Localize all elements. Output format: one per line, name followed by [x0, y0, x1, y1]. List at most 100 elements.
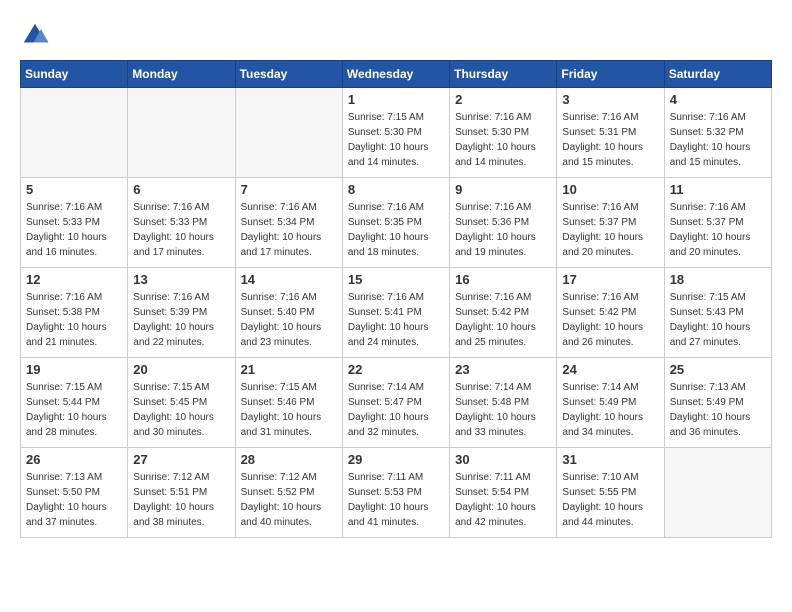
calendar-cell: 22Sunrise: 7:14 AM Sunset: 5:47 PM Dayli… [342, 358, 449, 448]
day-number: 6 [133, 182, 229, 197]
day-info: Sunrise: 7:15 AM Sunset: 5:43 PM Dayligh… [670, 290, 766, 350]
day-number: 1 [348, 92, 444, 107]
logo-icon [20, 20, 50, 50]
calendar-cell: 25Sunrise: 7:13 AM Sunset: 5:49 PM Dayli… [664, 358, 771, 448]
day-number: 14 [241, 272, 337, 287]
day-info: Sunrise: 7:16 AM Sunset: 5:37 PM Dayligh… [562, 200, 658, 260]
day-number: 31 [562, 452, 658, 467]
page-header [20, 20, 772, 50]
day-number: 20 [133, 362, 229, 377]
day-info: Sunrise: 7:15 AM Sunset: 5:45 PM Dayligh… [133, 380, 229, 440]
calendar-cell [664, 448, 771, 538]
weekday-header: Tuesday [235, 61, 342, 88]
calendar-cell: 29 Sunrise: 7:11 AM Sunset: 5:53 PM Dayli… [342, 448, 449, 538]
calendar-cell: 2 Sunrise: 7:16 AM Sunset: 5:30 PM Daylig… [450, 88, 557, 178]
day-number: 8 [348, 182, 444, 197]
day-number: 10 [562, 182, 658, 197]
day-info: Sunrise: 7:16 AM Sunset: 5:38 PM Dayligh… [26, 290, 122, 350]
day-number: 4 [670, 92, 766, 107]
day-number: 18 [670, 272, 766, 287]
calendar-week-row: 19Sunrise: 7:15 AM Sunset: 5:44 PM Dayli… [21, 358, 772, 448]
calendar-cell: 13 Sunrise: 7:16 AM Sunset: 5:39 PM Dayli… [128, 268, 235, 358]
weekday-header-row: SundayMondayTuesdayWednesdayThursdayFrid… [21, 61, 772, 88]
calendar-cell: 8 Sunrise: 7:16 AM Sunset: 5:35 PM Daylig… [342, 178, 449, 268]
calendar-cell: 23 Sunrise: 7:14 AM Sunset: 5:48 PM Dayli… [450, 358, 557, 448]
day-info: Sunrise: 7:16 AM Sunset: 5:32 PM Dayligh… [670, 110, 766, 170]
calendar-cell: 6 Sunrise: 7:16 AM Sunset: 5:33 PM Daylig… [128, 178, 235, 268]
weekday-header: Saturday [664, 61, 771, 88]
day-number: 24 [562, 362, 658, 377]
calendar-cell: 10 Sunrise: 7:16 AM Sunset: 5:37 PM Dayli… [557, 178, 664, 268]
calendar-table: SundayMondayTuesdayWednesdayThursdayFrid… [20, 60, 772, 538]
day-info: Sunrise: 7:16 AM Sunset: 5:42 PM Dayligh… [455, 290, 551, 350]
day-info: Sunrise: 7:16 AM Sunset: 5:42 PM Dayligh… [562, 290, 658, 350]
day-number: 12 [26, 272, 122, 287]
day-info: Sunrise: 7:16 AM Sunset: 5:30 PM Dayligh… [455, 110, 551, 170]
day-number: 22 [348, 362, 444, 377]
day-info: Sunrise: 7:16 AM Sunset: 5:34 PM Dayligh… [241, 200, 337, 260]
calendar-cell: 30 Sunrise: 7:11 AM Sunset: 5:54 PM Dayli… [450, 448, 557, 538]
day-number: 23 [455, 362, 551, 377]
calendar-cell: 14 Sunrise: 7:16 AM Sunset: 5:40 PM Dayli… [235, 268, 342, 358]
day-info: Sunrise: 7:16 AM Sunset: 5:35 PM Dayligh… [348, 200, 444, 260]
calendar-week-row: 12 Sunrise: 7:16 AM Sunset: 5:38 PM Dayli… [21, 268, 772, 358]
calendar-cell [235, 88, 342, 178]
calendar-cell: 4 Sunrise: 7:16 AM Sunset: 5:32 PM Daylig… [664, 88, 771, 178]
calendar-week-row: 1Sunrise: 7:15 AM Sunset: 5:30 PM Daylig… [21, 88, 772, 178]
day-info: Sunrise: 7:16 AM Sunset: 5:40 PM Dayligh… [241, 290, 337, 350]
day-info: Sunrise: 7:16 AM Sunset: 5:33 PM Dayligh… [133, 200, 229, 260]
calendar-cell: 24 Sunrise: 7:14 AM Sunset: 5:49 PM Dayli… [557, 358, 664, 448]
calendar-cell: 12 Sunrise: 7:16 AM Sunset: 5:38 PM Dayli… [21, 268, 128, 358]
day-info: Sunrise: 7:16 AM Sunset: 5:33 PM Dayligh… [26, 200, 122, 260]
day-number: 3 [562, 92, 658, 107]
calendar-cell: 17 Sunrise: 7:16 AM Sunset: 5:42 PM Dayli… [557, 268, 664, 358]
day-info: Sunrise: 7:10 AM Sunset: 5:55 PM Dayligh… [562, 470, 658, 530]
day-number: 17 [562, 272, 658, 287]
calendar-cell: 7 Sunrise: 7:16 AM Sunset: 5:34 PM Daylig… [235, 178, 342, 268]
day-info: Sunrise: 7:16 AM Sunset: 5:39 PM Dayligh… [133, 290, 229, 350]
day-info: Sunrise: 7:11 AM Sunset: 5:54 PM Dayligh… [455, 470, 551, 530]
day-info: Sunrise: 7:11 AM Sunset: 5:53 PM Dayligh… [348, 470, 444, 530]
day-number: 2 [455, 92, 551, 107]
day-number: 13 [133, 272, 229, 287]
day-number: 30 [455, 452, 551, 467]
calendar-cell: 15Sunrise: 7:16 AM Sunset: 5:41 PM Dayli… [342, 268, 449, 358]
calendar-cell: 26 Sunrise: 7:13 AM Sunset: 5:50 PM Dayli… [21, 448, 128, 538]
calendar-cell: 16 Sunrise: 7:16 AM Sunset: 5:42 PM Dayli… [450, 268, 557, 358]
day-number: 21 [241, 362, 337, 377]
day-info: Sunrise: 7:13 AM Sunset: 5:50 PM Dayligh… [26, 470, 122, 530]
day-number: 29 [348, 452, 444, 467]
calendar-cell: 27Sunrise: 7:12 AM Sunset: 5:51 PM Dayli… [128, 448, 235, 538]
calendar-cell [21, 88, 128, 178]
day-number: 7 [241, 182, 337, 197]
calendar-cell: 28Sunrise: 7:12 AM Sunset: 5:52 PM Dayli… [235, 448, 342, 538]
day-number: 11 [670, 182, 766, 197]
day-number: 16 [455, 272, 551, 287]
day-info: Sunrise: 7:16 AM Sunset: 5:41 PM Dayligh… [348, 290, 444, 350]
calendar-cell: 20 Sunrise: 7:15 AM Sunset: 5:45 PM Dayli… [128, 358, 235, 448]
day-number: 26 [26, 452, 122, 467]
day-info: Sunrise: 7:13 AM Sunset: 5:49 PM Dayligh… [670, 380, 766, 440]
day-info: Sunrise: 7:16 AM Sunset: 5:31 PM Dayligh… [562, 110, 658, 170]
day-info: Sunrise: 7:14 AM Sunset: 5:48 PM Dayligh… [455, 380, 551, 440]
logo [20, 20, 54, 50]
calendar-cell: 21 Sunrise: 7:15 AM Sunset: 5:46 PM Dayli… [235, 358, 342, 448]
weekday-header: Friday [557, 61, 664, 88]
calendar-week-row: 5 Sunrise: 7:16 AM Sunset: 5:33 PM Daylig… [21, 178, 772, 268]
calendar-cell: 11 Sunrise: 7:16 AM Sunset: 5:37 PM Dayli… [664, 178, 771, 268]
calendar-cell: 19Sunrise: 7:15 AM Sunset: 5:44 PM Dayli… [21, 358, 128, 448]
calendar-cell: 18 Sunrise: 7:15 AM Sunset: 5:43 PM Dayli… [664, 268, 771, 358]
day-info: Sunrise: 7:16 AM Sunset: 5:36 PM Dayligh… [455, 200, 551, 260]
day-number: 5 [26, 182, 122, 197]
day-info: Sunrise: 7:16 AM Sunset: 5:37 PM Dayligh… [670, 200, 766, 260]
calendar-cell: 31 Sunrise: 7:10 AM Sunset: 5:55 PM Dayli… [557, 448, 664, 538]
calendar-cell [128, 88, 235, 178]
day-info: Sunrise: 7:14 AM Sunset: 5:49 PM Dayligh… [562, 380, 658, 440]
calendar-cell: 3 Sunrise: 7:16 AM Sunset: 5:31 PM Daylig… [557, 88, 664, 178]
weekday-header: Sunday [21, 61, 128, 88]
weekday-header: Wednesday [342, 61, 449, 88]
day-info: Sunrise: 7:15 AM Sunset: 5:46 PM Dayligh… [241, 380, 337, 440]
day-info: Sunrise: 7:12 AM Sunset: 5:52 PM Dayligh… [241, 470, 337, 530]
calendar-cell: 9Sunrise: 7:16 AM Sunset: 5:36 PM Daylig… [450, 178, 557, 268]
calendar-cell: 1Sunrise: 7:15 AM Sunset: 5:30 PM Daylig… [342, 88, 449, 178]
